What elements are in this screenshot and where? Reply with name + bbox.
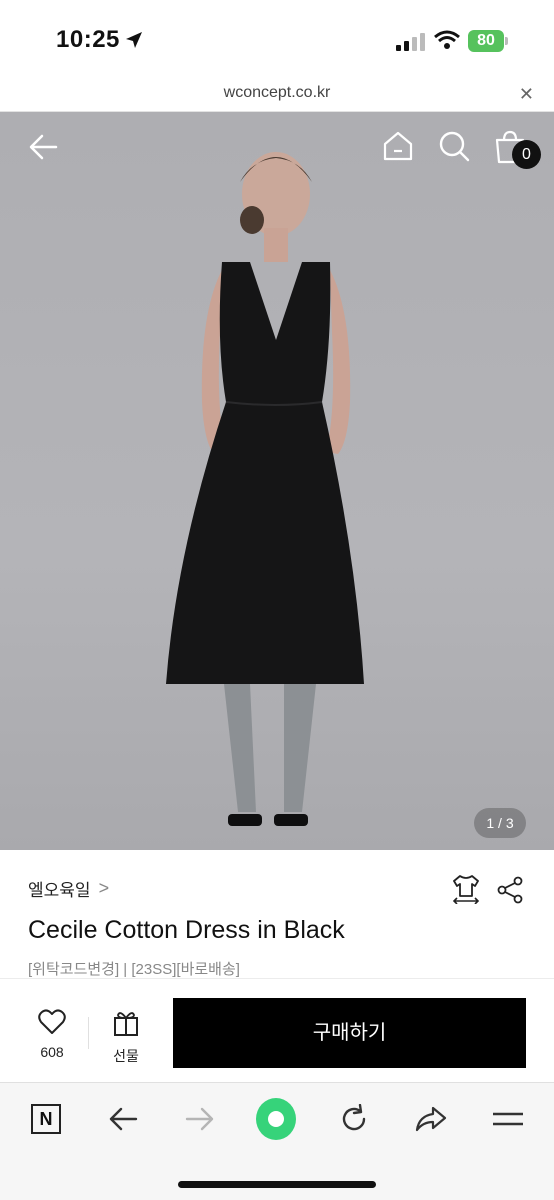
url-text[interactable]: wconcept.co.kr bbox=[0, 84, 554, 102]
back-button[interactable] bbox=[103, 1099, 143, 1139]
like-button[interactable]: 608 bbox=[30, 1009, 74, 1065]
chevron-right-icon: > bbox=[98, 878, 110, 898]
hamburger-menu-icon bbox=[493, 1112, 523, 1126]
cart-count-badge: 0 bbox=[512, 140, 541, 169]
reload-icon bbox=[342, 1104, 366, 1131]
share-icon[interactable] bbox=[496, 876, 524, 904]
product-title: Cecile Cotton Dress in Black bbox=[28, 916, 345, 944]
product-tags: [위탁코드변경] | [23SS][바로배송] bbox=[28, 961, 240, 978]
gift-label: 선물 bbox=[113, 1048, 139, 1064]
location-arrow-icon bbox=[126, 32, 142, 48]
n-logo-icon: N bbox=[31, 1104, 61, 1134]
product-image[interactable]: 1 / 3 bbox=[0, 112, 554, 850]
heart-icon bbox=[38, 1009, 66, 1034]
arrow-right-icon bbox=[185, 1107, 214, 1131]
buy-button[interactable]: 구매하기 bbox=[173, 998, 526, 1068]
arrow-left-icon bbox=[109, 1107, 138, 1131]
share-arrow-icon bbox=[415, 1106, 447, 1132]
purchase-bar: 608 선물 구매하기 bbox=[0, 978, 554, 1082]
browser-toolbar: N bbox=[0, 1082, 554, 1200]
battery-level: 80 bbox=[468, 30, 504, 52]
battery-icon: 80 bbox=[468, 30, 508, 52]
home-indicator[interactable] bbox=[178, 1181, 376, 1188]
brand-link[interactable]: 엘오육일 > bbox=[28, 876, 109, 901]
like-count: 608 bbox=[40, 1044, 64, 1060]
back-arrow-icon[interactable] bbox=[28, 132, 58, 162]
brand-name[interactable]: 엘오육일 bbox=[28, 876, 91, 901]
green-dot-icon bbox=[256, 1098, 296, 1140]
product-info: 엘오육일 > Cecile Cotton Dress in Black [위탁코… bbox=[0, 850, 554, 978]
search-icon[interactable] bbox=[438, 130, 470, 162]
size-guide-icon[interactable] bbox=[452, 874, 480, 904]
gift-button[interactable]: 선물 bbox=[104, 1009, 148, 1065]
status-bar: 10:25 80 bbox=[0, 0, 554, 80]
reload-button[interactable] bbox=[334, 1099, 374, 1139]
url-bar[interactable]: wconcept.co.kr ✕ bbox=[0, 80, 554, 112]
home-icon[interactable] bbox=[382, 130, 414, 162]
naver-home-button[interactable]: N bbox=[26, 1099, 66, 1139]
menu-button[interactable] bbox=[488, 1099, 528, 1139]
divider bbox=[88, 1017, 89, 1049]
product-photo bbox=[166, 152, 364, 826]
gift-icon bbox=[114, 1012, 138, 1036]
cellular-signal-icon bbox=[396, 33, 426, 51]
forward-button[interactable] bbox=[180, 1099, 220, 1139]
green-dot-button[interactable] bbox=[256, 1098, 296, 1140]
status-time: 10:25 bbox=[56, 26, 120, 53]
image-pager: 1 / 3 bbox=[474, 808, 526, 838]
wifi-icon bbox=[434, 30, 460, 49]
share-page-button[interactable] bbox=[411, 1099, 451, 1139]
close-icon[interactable]: ✕ bbox=[519, 84, 534, 105]
